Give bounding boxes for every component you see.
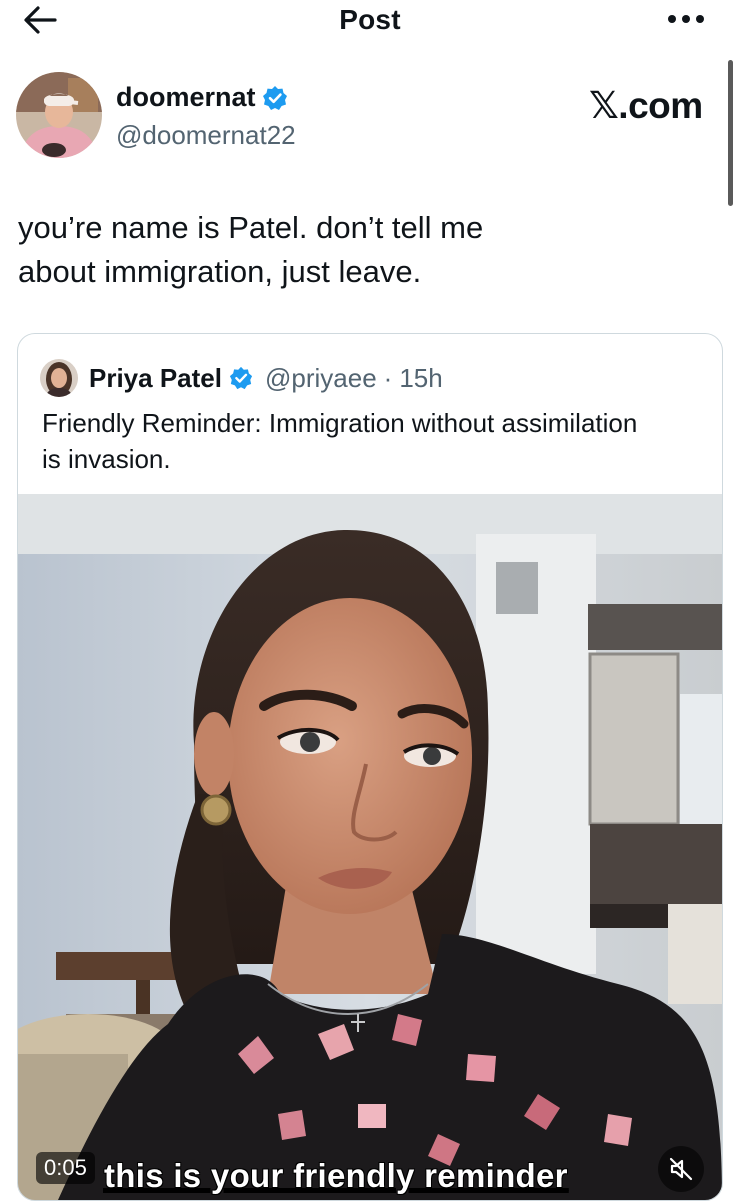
video-frame [18,494,722,1200]
post-author: doomernat @doomernat22 𝕏.com [16,72,716,162]
meta-separator: · [383,362,393,393]
quoted-text-line: Friendly Reminder: Immigration without a… [42,408,638,438]
video-caption: this is your friendly reminder [103,1157,568,1194]
video-timestamp: 0:05 [36,1152,95,1184]
page-title: Post [339,4,401,35]
quoted-author-name[interactable]: Priya Patel [89,363,222,394]
quoted-post-header: Priya Patel @priyaee · 15h [40,358,443,398]
quoted-author-handle: @priyaee [264,362,377,393]
x-com-watermark: 𝕏.com [589,85,703,126]
video-player[interactable]: 0:05 this is your friendly reminder [18,494,722,1200]
author-name[interactable]: doomernat [116,82,288,113]
top-bar: Post [0,0,740,44]
quoted-post-card[interactable]: Priya Patel @priyaee · 15h Friendly Remi… [17,333,723,1201]
quoted-post-text: Friendly Reminder: Immigration without a… [42,405,712,477]
post-text-line: about immigration, just leave. [18,254,422,289]
post-text-line: you’re name is Patel. don’t tell me [18,210,484,245]
quoted-text-line: is invasion. [42,444,171,474]
avatar[interactable] [16,72,102,158]
scrollbar-thumb[interactable] [728,60,733,206]
more-dots-icon [668,15,704,23]
more-button[interactable] [662,4,710,34]
mute-toggle-button[interactable] [658,1146,704,1192]
quoted-author-avatar[interactable] [40,359,78,397]
verified-badge-icon [262,85,287,110]
author-handle: @doomernat22 [116,120,296,150]
verified-badge-icon [229,366,253,390]
post-text: you’re name is Patel. don’t tell me abou… [18,206,678,294]
speaker-muted-icon [669,1157,693,1181]
quoted-post-age: 15h [399,362,443,393]
